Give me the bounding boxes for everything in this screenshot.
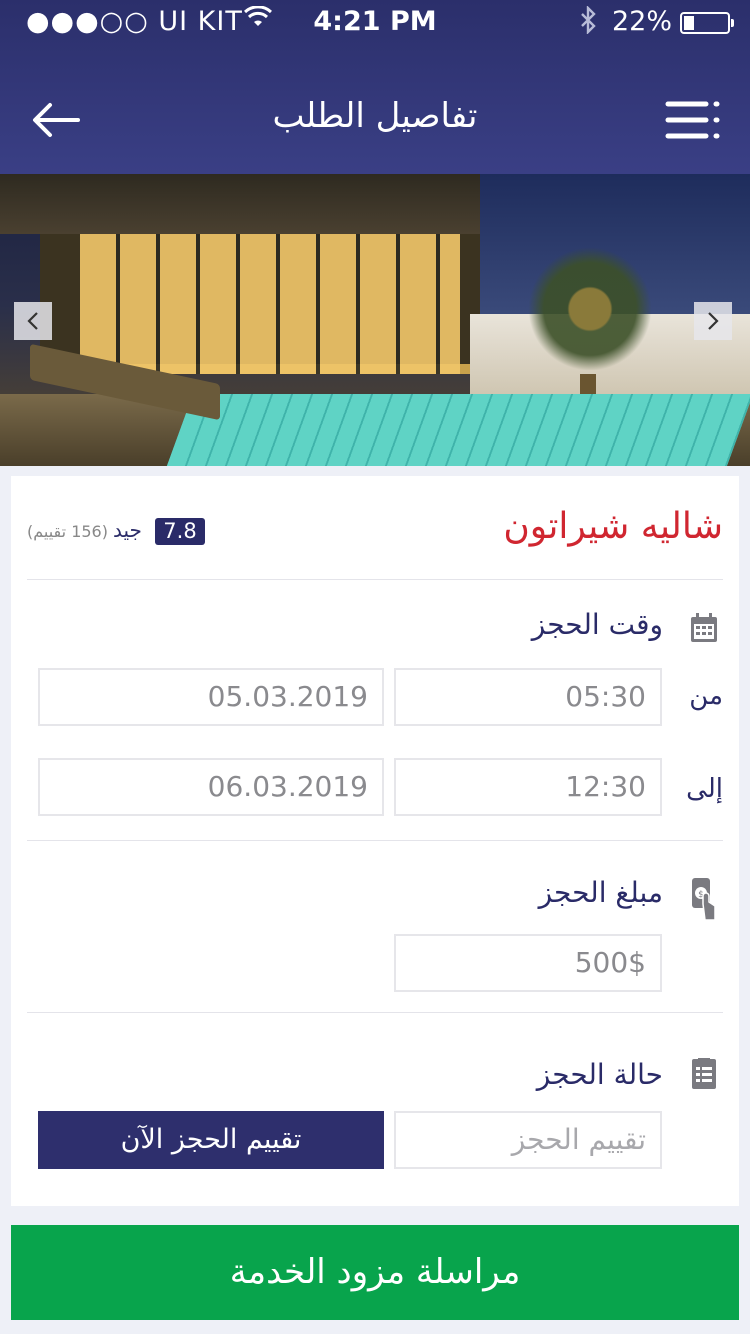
from-label: من [689, 681, 723, 711]
venue-name: شاليه شيراتون [503, 506, 723, 547]
to-time-field[interactable]: 12:30 [394, 758, 662, 816]
bluetooth-icon [578, 5, 598, 41]
divider [27, 1012, 723, 1013]
booking-time-title: وقت الحجز [531, 608, 663, 641]
contact-provider-button[interactable]: مراسلة مزود الخدمة [11, 1225, 739, 1320]
menu-button[interactable] [660, 92, 724, 148]
chevron-left-icon [27, 312, 38, 330]
menu-icon [665, 101, 720, 139]
app-header: ●●●○○ UI KIT 4:21 PM 22% تفاصيل الطلب [0, 0, 750, 174]
divider [27, 840, 723, 841]
rating-label: جيد [113, 518, 142, 542]
order-details-card: شاليه شيراتون 7.8 جيد (156 تقييم) وقت ال… [11, 476, 739, 1206]
battery-icon [680, 12, 734, 34]
review-count: (156 تقييم) [27, 522, 108, 541]
battery-percent: 22% [612, 6, 673, 37]
calendar-icon [689, 612, 719, 644]
payment-hand-icon: $ [689, 876, 719, 922]
booking-status-title: حالة الحجز [536, 1058, 663, 1091]
amount-field[interactable]: 500$ [394, 934, 662, 992]
booking-rating-field[interactable]: تقييم الحجز [394, 1111, 662, 1169]
photo-prev-button[interactable] [14, 302, 52, 340]
chevron-right-icon [708, 312, 719, 330]
from-date-field[interactable]: 05.03.2019 [38, 668, 384, 726]
document-list-icon [689, 1058, 719, 1090]
divider [27, 579, 723, 580]
booking-amount-title: مبلغ الحجز [538, 876, 663, 909]
photo-next-button[interactable] [694, 302, 732, 340]
to-date-field[interactable]: 06.03.2019 [38, 758, 384, 816]
page-title: تفاصيل الطلب [272, 96, 478, 136]
status-bar: ●●●○○ UI KIT 4:21 PM 22% [0, 0, 750, 46]
listing-photo [0, 174, 750, 466]
rate-now-button[interactable]: تقييم الحجز الآن [38, 1111, 384, 1169]
from-time-field[interactable]: 05:30 [394, 668, 662, 726]
rating-badge: 7.8 [155, 518, 205, 545]
to-label: إلى [686, 774, 723, 804]
